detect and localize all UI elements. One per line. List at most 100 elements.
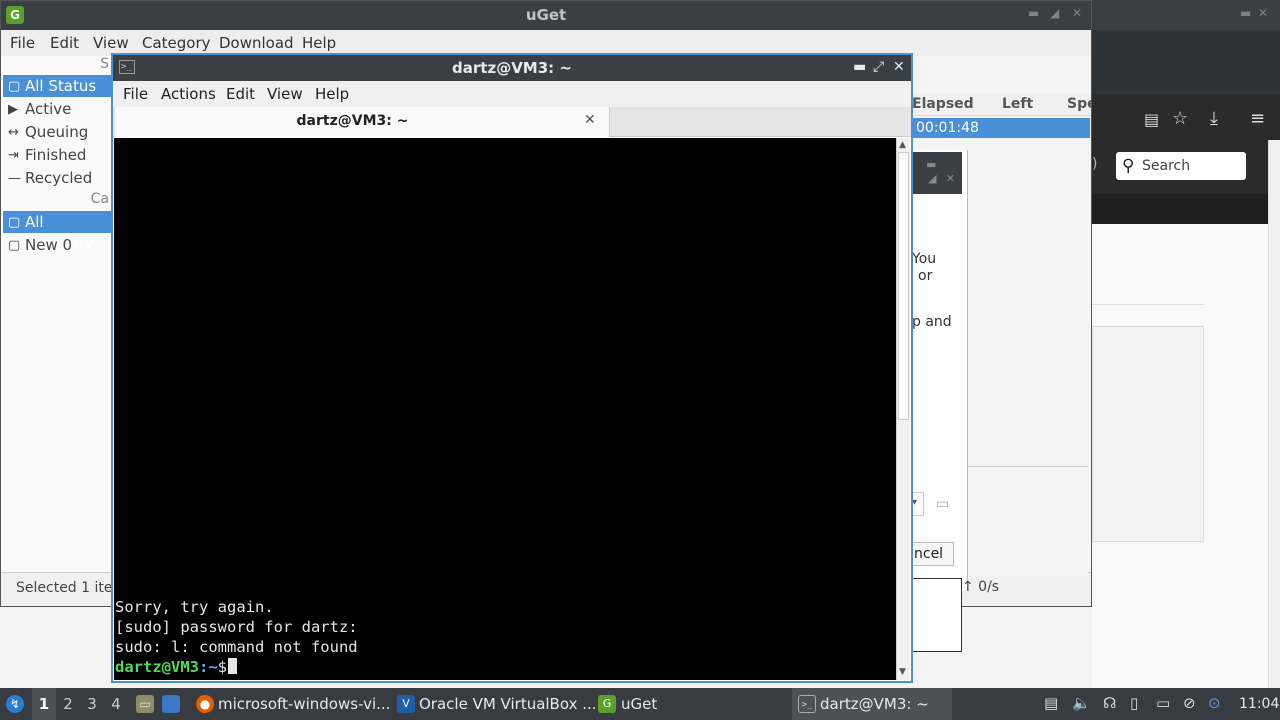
dialog-bottom-panel [968, 466, 1088, 576]
notes-icon[interactable]: ▯ [1130, 694, 1138, 712]
all-category-icon: ▢ [8, 215, 21, 230]
uget-menu-file[interactable]: File [10, 34, 35, 52]
minimize-icon[interactable]: ▬ [853, 59, 866, 75]
sidebar-item-all-status[interactable]: ▢ All Status [3, 75, 111, 97]
browser-bookmark-bar [1092, 194, 1280, 224]
sidebar-item-all-category[interactable]: ▢ All Category [3, 211, 111, 253]
workspace-4[interactable]: 4 [104, 688, 128, 720]
terminal-cursor [228, 658, 238, 674]
finished-icon: ⇥ [8, 148, 19, 163]
close-icon[interactable]: ✕ [946, 172, 955, 185]
uget-titlebar[interactable]: G uGet ▬ ◢ ✕ [0, 0, 1092, 30]
workspace-1[interactable]: 1 [32, 688, 56, 720]
downloads-icon[interactable]: ⤓ [1210, 108, 1218, 129]
scroll-up-icon[interactable]: ▲ [899, 140, 906, 150]
dialog-text-line-3: p and [912, 314, 952, 330]
partial-icon: ) [1092, 156, 1098, 172]
terminal-icon: >_ [798, 695, 816, 713]
close-icon[interactable]: ✕ [893, 59, 905, 75]
terminal-menubar: File Actions Edit View Help [113, 81, 911, 107]
notification-icon[interactable]: ⊙ [1208, 694, 1221, 712]
uget-menu-download[interactable]: Download [219, 34, 294, 52]
column-elapsed[interactable]: Elapsed [912, 96, 974, 112]
uget-menu-category[interactable]: Category [142, 34, 211, 52]
network-icon[interactable]: ☊ [1103, 694, 1116, 712]
dialog-titlebar[interactable]: ▬ ◢ ✕ [912, 152, 962, 194]
selection-status-text: Selected 1 iter [16, 580, 119, 596]
close-icon[interactable]: ✕ [1072, 6, 1082, 20]
terminal-titlebar[interactable]: >_ dartz@VM3: ~ ▬ ⤢ ✕ [113, 55, 911, 81]
task-terminal[interactable]: dartz@VM3: ~ [820, 688, 929, 720]
uget-sidebar: S ▢ All Status ▶ Active ↔ Queuing ⇥ Fini… [0, 56, 112, 606]
virtualbox-icon: V [397, 695, 415, 713]
volume-icon[interactable]: 🔈 [1072, 694, 1091, 712]
browser-search-input[interactable]: ⚲ Search [1116, 152, 1246, 180]
sidebar-item-queuing[interactable]: ↔ Queuing [3, 121, 111, 143]
browser-card [1092, 326, 1204, 542]
uget-menu-edit[interactable]: Edit [50, 34, 79, 52]
folder-icon[interactable]: ▭ [936, 496, 949, 512]
all-status-icon: ▢ [8, 79, 21, 94]
file-manager-icon[interactable]: ▭ [136, 695, 154, 713]
desktop-icon[interactable] [162, 695, 180, 713]
task-virtualbox[interactable]: Oracle VM VirtualBox ... [419, 688, 597, 720]
terminal-scrollbar[interactable]: ▲ ▼ [896, 138, 910, 680]
prompt-user: dartz@VM3 [115, 658, 199, 676]
reader-view-icon[interactable]: ▤ [1144, 110, 1159, 129]
task-firefox[interactable]: microsoft-windows-vi... [218, 688, 390, 720]
clipboard-icon[interactable]: ▤ [1044, 694, 1058, 712]
scroll-down-icon[interactable]: ▼ [899, 667, 906, 677]
terminal-window: >_ dartz@VM3: ~ ▬ ⤢ ✕ File Actions Edit … [111, 53, 913, 683]
uget-menu-view[interactable]: View [93, 34, 129, 52]
sidebar-item-finished[interactable]: ⇥ Finished [3, 144, 111, 166]
terminal-menu-actions[interactable]: Actions [161, 85, 216, 103]
terminal-tab[interactable]: dartz@VM3: ~ ✕ [115, 107, 610, 137]
terminal-menu-help[interactable]: Help [315, 85, 349, 103]
hamburger-menu-icon[interactable]: ≡ [1250, 108, 1265, 129]
minimize-icon[interactable]: ▬ [926, 158, 936, 171]
close-tab-icon[interactable]: ✕ [584, 112, 596, 128]
column-left[interactable]: Left [1002, 96, 1033, 112]
terminal-output[interactable]: Sorry, try again. [sudo] password for da… [114, 138, 896, 680]
browser-titlebar[interactable]: ▬ ✕ [1092, 0, 1280, 30]
sidebar-item-new-0[interactable]: ▢ New 0 [3, 234, 111, 256]
bookmark-star-icon[interactable]: ☆ [1172, 108, 1188, 129]
cancel-button[interactable]: ncel [912, 542, 954, 566]
category-section-header: Ca [90, 191, 109, 207]
terminal-menu-file[interactable]: File [123, 85, 148, 103]
dialog-dropdown[interactable]: ▾ [912, 492, 924, 516]
workspace-3[interactable]: 3 [80, 688, 104, 720]
divider [1092, 304, 1204, 305]
terminal-menu-edit[interactable]: Edit [226, 85, 255, 103]
upload-speed: ↑ 0/s [962, 579, 1000, 595]
clock[interactable]: 11:04 [1239, 688, 1279, 720]
uget-menu-help[interactable]: Help [302, 34, 336, 52]
browser-scrollbar[interactable] [1268, 140, 1280, 688]
close-icon[interactable]: ✕ [1258, 6, 1268, 20]
terminal-menu-view[interactable]: View [267, 85, 303, 103]
terminal-window-title: dartz@VM3: ~ [452, 59, 572, 77]
start-menu-icon[interactable]: ↯ [6, 695, 24, 713]
browser-tabstrip [1092, 30, 1280, 94]
workspace-2[interactable]: 2 [56, 688, 80, 720]
update-icon[interactable]: ⊘ [1183, 694, 1196, 712]
status-section-header: S [100, 56, 109, 72]
task-uget[interactable]: uGet [621, 688, 657, 720]
dialog-text-line-2: or [918, 268, 933, 284]
uget-icon: G [598, 695, 616, 713]
minimize-icon[interactable]: ▬ [1240, 6, 1251, 20]
sidebar-item-label: Recycled [25, 169, 93, 187]
sidebar-item-active[interactable]: ▶ Active [3, 98, 111, 120]
maximize-icon[interactable]: ⤢ [873, 59, 884, 75]
maximize-icon[interactable]: ◢ [928, 172, 936, 185]
download-list-header: Elapsed Left Spe [912, 94, 1097, 116]
prompt-path: :~ [199, 658, 218, 676]
terminal-tab-label: dartz@VM3: ~ [296, 113, 409, 129]
maximize-icon[interactable]: ◢ [1050, 6, 1059, 20]
search-icon: ⚲ [1122, 156, 1135, 176]
display-icon[interactable]: ▭ [1156, 694, 1170, 712]
scrollbar-thumb[interactable] [898, 152, 909, 420]
sidebar-item-recycled[interactable]: — Recycled [3, 167, 111, 189]
download-row-selected[interactable]: 00:01:48 [912, 118, 1090, 138]
minimize-icon[interactable]: ▬ [1028, 6, 1039, 20]
